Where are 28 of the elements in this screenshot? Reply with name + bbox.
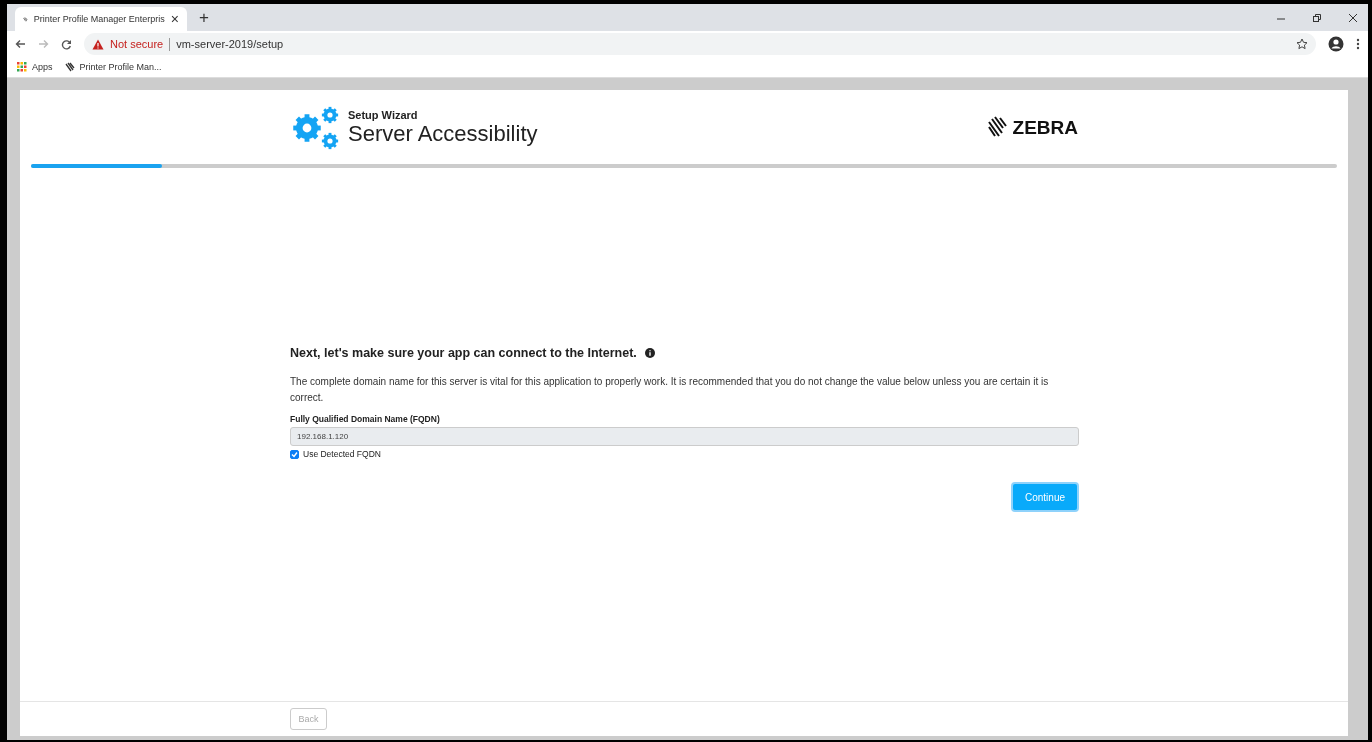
restore-icon[interactable] [1312, 12, 1322, 23]
description-text: The complete domain name for this server is vital for this application to properly work. It is recommended that you do not change the value below unless you are certain it is correct. [290, 375, 1050, 405]
menu-icon[interactable] [1356, 38, 1360, 50]
field-label: Fully Qualified Domain Name (FQDN) [290, 414, 441, 424]
star-icon[interactable] [1296, 38, 1308, 50]
security-label: Not secure [110, 38, 164, 50]
new-tab-button[interactable]: + [199, 8, 209, 28]
warning-icon [92, 38, 104, 50]
wizard-subtitle: Setup Wizard [348, 109, 419, 121]
info-icon[interactable] [644, 348, 655, 358]
apps-grid-icon [17, 62, 27, 72]
close-icon[interactable] [1348, 12, 1358, 23]
checkbox-label: Use Detected FQDN [303, 449, 381, 459]
reload-icon[interactable] [61, 38, 72, 50]
gears-icon [290, 106, 340, 150]
browser-tab[interactable]: Printer Profile Manager Enterpris × [15, 7, 187, 31]
url-text: vm-server-2019/setup [176, 38, 284, 50]
tab-title: Printer Profile Manager Enterpris [33, 14, 165, 24]
address-bar[interactable]: Not secure vm-server-2019/setup [84, 33, 1316, 55]
section-heading: Next, let's make sure your app can connect to the Internet. [290, 346, 637, 360]
checkbox[interactable] [290, 449, 299, 459]
bookmark-link[interactable]: Apps [32, 62, 53, 72]
close-tab-button[interactable]: × [170, 11, 179, 27]
page-title: Server Accessibility [348, 121, 538, 147]
bookmark-link[interactable]: Printer Profile Man... [79, 62, 162, 72]
back-arrow-icon[interactable] [15, 39, 26, 49]
brand-logo: ZEBRA [1012, 117, 1078, 139]
account-icon[interactable] [1328, 36, 1344, 52]
